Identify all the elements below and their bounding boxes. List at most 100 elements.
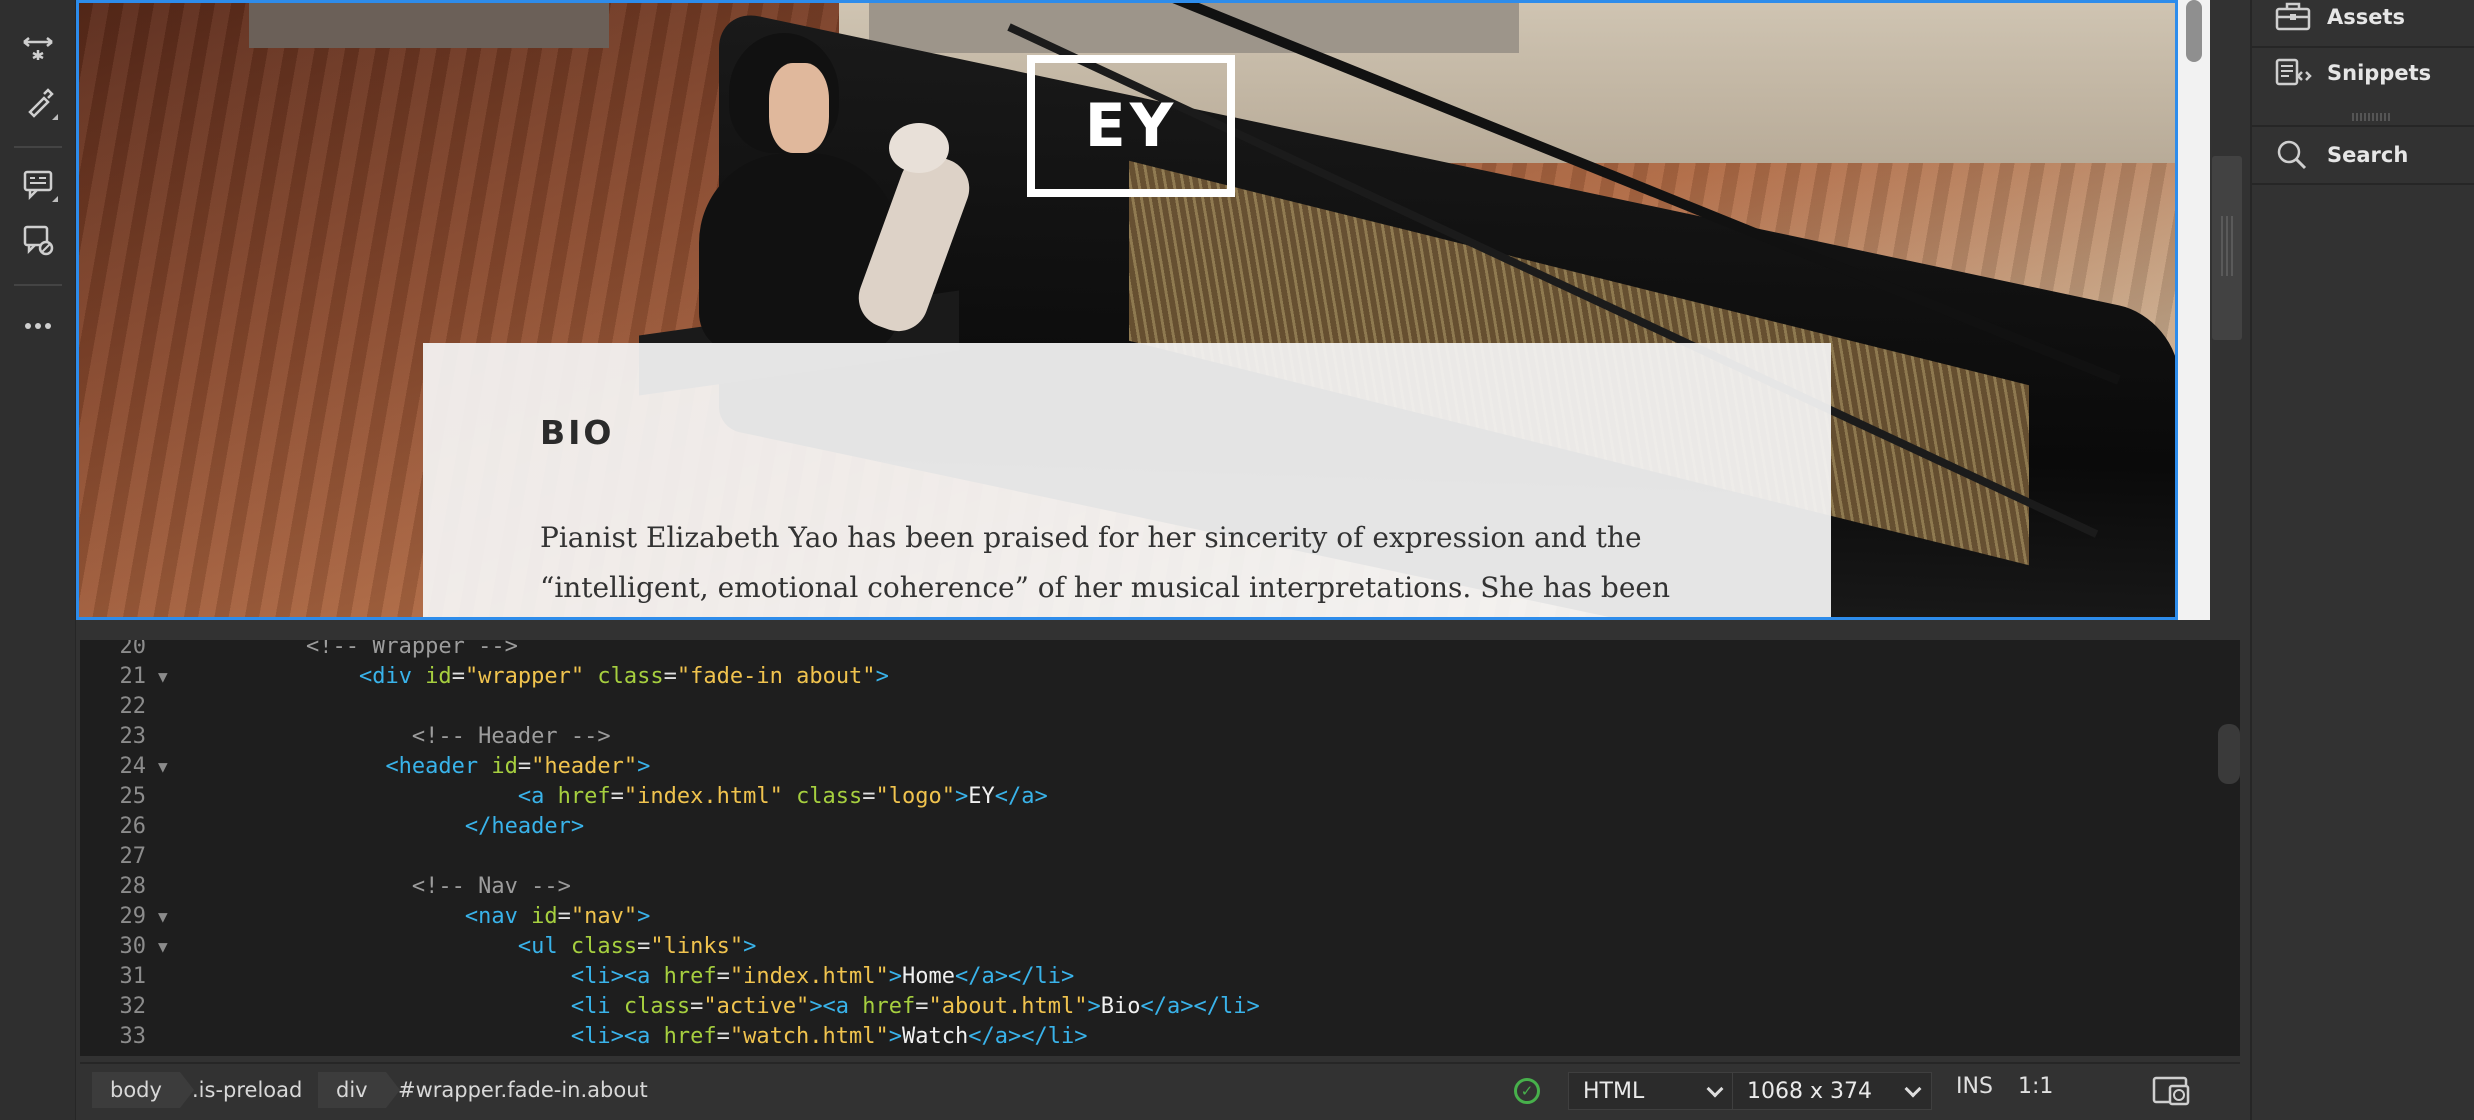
code-line[interactable]: 21 ▼ <div id="wrapper" class="fade-in abo…	[80, 662, 2200, 692]
breadcrumb-tag[interactable]: body	[92, 1072, 194, 1108]
chevron-down-icon	[1706, 1080, 1724, 1098]
code-token: <ul	[517, 934, 571, 959]
code-view[interactable]: 20 <!-- Wrapper --> 21 ▼ <div id="wrapper"…	[80, 640, 2240, 1056]
code-line[interactable]: 20 <!-- Wrapper -->	[80, 640, 2200, 662]
fold-toggle-icon[interactable]: ▼	[158, 752, 168, 782]
fold-toggle-icon[interactable]: ▼	[158, 932, 168, 962]
more-options-icon[interactable]	[14, 300, 62, 344]
code-line[interactable]: 22	[80, 692, 2200, 722]
expand-collapse-icon[interactable]	[14, 26, 62, 70]
breadcrumb-tag[interactable]: #wrapper.fade-in.about	[380, 1072, 666, 1108]
scrollbar-thumb[interactable]	[2186, 0, 2202, 62]
line-number: 28	[119, 874, 147, 899]
breadcrumb-tag[interactable]: div	[318, 1072, 400, 1108]
code-text: <!-- Nav -->	[200, 872, 571, 902]
code-token: id	[491, 754, 518, 779]
breadcrumb-tag[interactable]: .is-preload	[174, 1072, 320, 1108]
panel-assets[interactable]: Assets	[2252, 0, 2474, 48]
search-icon	[2277, 140, 2307, 170]
code-token: >	[637, 904, 651, 929]
code-token: =	[716, 1024, 730, 1049]
code-token: =	[637, 934, 651, 959]
line-number: 30	[119, 934, 147, 959]
comment-icon[interactable]	[14, 162, 62, 206]
brush-icon[interactable]	[14, 80, 62, 124]
window-size-select[interactable]: 1068 x 374	[1732, 1072, 1932, 1110]
live-view[interactable]: EY BIO Pianist Elizabeth Yao has been pr…	[76, 0, 2178, 620]
code-text: <a href="index.html" class="logo">EY</a>	[200, 782, 1048, 812]
code-token: href	[663, 1024, 717, 1049]
code-lines: 20 <!-- Wrapper --> 21 ▼ <div id="wrapper"…	[80, 640, 2200, 1052]
logo-text: EY	[1084, 91, 1178, 161]
line-number: 24	[119, 754, 147, 779]
code-line[interactable]: 33 <li><a href="watch.html">Watch</a></l…	[80, 1022, 2200, 1052]
panel-label: Assets	[2327, 5, 2406, 29]
code-token: <li><a	[570, 964, 664, 989]
disable-comment-icon[interactable]	[14, 218, 62, 262]
no-errors-check-icon[interactable]: ✓	[1514, 1078, 1540, 1104]
code-line[interactable]: 25 <a href="index.html" class="logo">EY<…	[80, 782, 2200, 812]
code-token: ><a	[809, 994, 863, 1019]
site-logo[interactable]: EY	[1027, 55, 1235, 197]
document-type-select[interactable]: HTML	[1568, 1072, 1734, 1110]
code-token: class	[796, 784, 863, 809]
window-size-value: 1068 x 374	[1747, 1078, 1872, 1104]
insert-mode-indicator[interactable]: INS	[1956, 1074, 1993, 1099]
code-text: <nav id="nav">	[200, 902, 650, 932]
toolbar-divider	[14, 146, 62, 148]
code-token: href	[663, 964, 717, 989]
live-view-scrollbar[interactable]	[2178, 0, 2210, 620]
code-line[interactable]: 24 ▼ <header id="header">	[80, 752, 2200, 782]
code-line[interactable]: 30 ▼ <ul class="links">	[80, 932, 2200, 962]
code-text: <!-- Header -->	[200, 722, 611, 752]
code-token: "nav"	[570, 904, 638, 929]
cursor-position: 1:1	[2018, 1074, 2054, 1099]
pane-resize-handle[interactable]	[2212, 156, 2242, 340]
code-token: id	[425, 664, 452, 689]
fold-toggle-icon[interactable]: ▼	[158, 662, 168, 692]
code-line[interactable]: 31 <li><a href="index.html">Home</a></li…	[80, 962, 2200, 992]
line-number: 33	[119, 1024, 147, 1049]
code-token: Home	[902, 964, 956, 989]
code-line[interactable]: 23 <!-- Header -->	[80, 722, 2200, 752]
code-text: <li class="active"><a href="about.html">…	[200, 992, 1260, 1022]
fold-toggle-icon[interactable]: ▼	[158, 902, 168, 932]
code-token: <!-- Header -->	[200, 724, 611, 749]
code-line[interactable]: 26 </header>	[80, 812, 2200, 842]
code-token: =	[557, 904, 571, 929]
code-scrollbar-thumb[interactable]	[2218, 724, 2240, 784]
code-text: </header>	[200, 812, 584, 842]
section-heading: BIO	[540, 413, 615, 452]
briefcase-icon	[2275, 2, 2311, 31]
code-token: <div	[358, 664, 426, 689]
panel-snippets[interactable]: Snippets	[2252, 44, 2474, 102]
code-token: class	[623, 994, 691, 1019]
code-token: =	[690, 994, 704, 1019]
code-line[interactable]: 28 <!-- Nav -->	[80, 872, 2200, 902]
code-line[interactable]: 27	[80, 842, 2200, 872]
panel-drag-handle[interactable]	[2352, 113, 2392, 121]
code-token: href	[862, 994, 916, 1019]
code-text: <div id="wrapper" class="fade-in about">	[200, 662, 889, 692]
line-number: 20	[119, 640, 147, 659]
code-line[interactable]: 32 <li class="active"><a href="about.htm…	[80, 992, 2200, 1022]
code-line[interactable]: 29 ▼ <nav id="nav">	[80, 902, 2200, 932]
code-token: </a></li>	[968, 1024, 1088, 1049]
line-number: 25	[119, 784, 147, 809]
code-token: </header>	[464, 814, 585, 839]
toolbar-divider	[14, 284, 62, 286]
panel-search[interactable]: Search	[2252, 125, 2474, 185]
code-token: "fade-in about"	[676, 664, 876, 689]
line-number: 29	[119, 904, 147, 929]
code-text: <li><a href="watch.html">Watch</a></li>	[200, 1022, 1088, 1052]
right-panel: Assets Snippets Search	[2250, 0, 2474, 1120]
real-time-preview-icon[interactable]	[2152, 1074, 2192, 1108]
code-token: >	[955, 784, 969, 809]
code-token: =	[610, 784, 624, 809]
code-token: </a></li>	[1140, 994, 1260, 1019]
